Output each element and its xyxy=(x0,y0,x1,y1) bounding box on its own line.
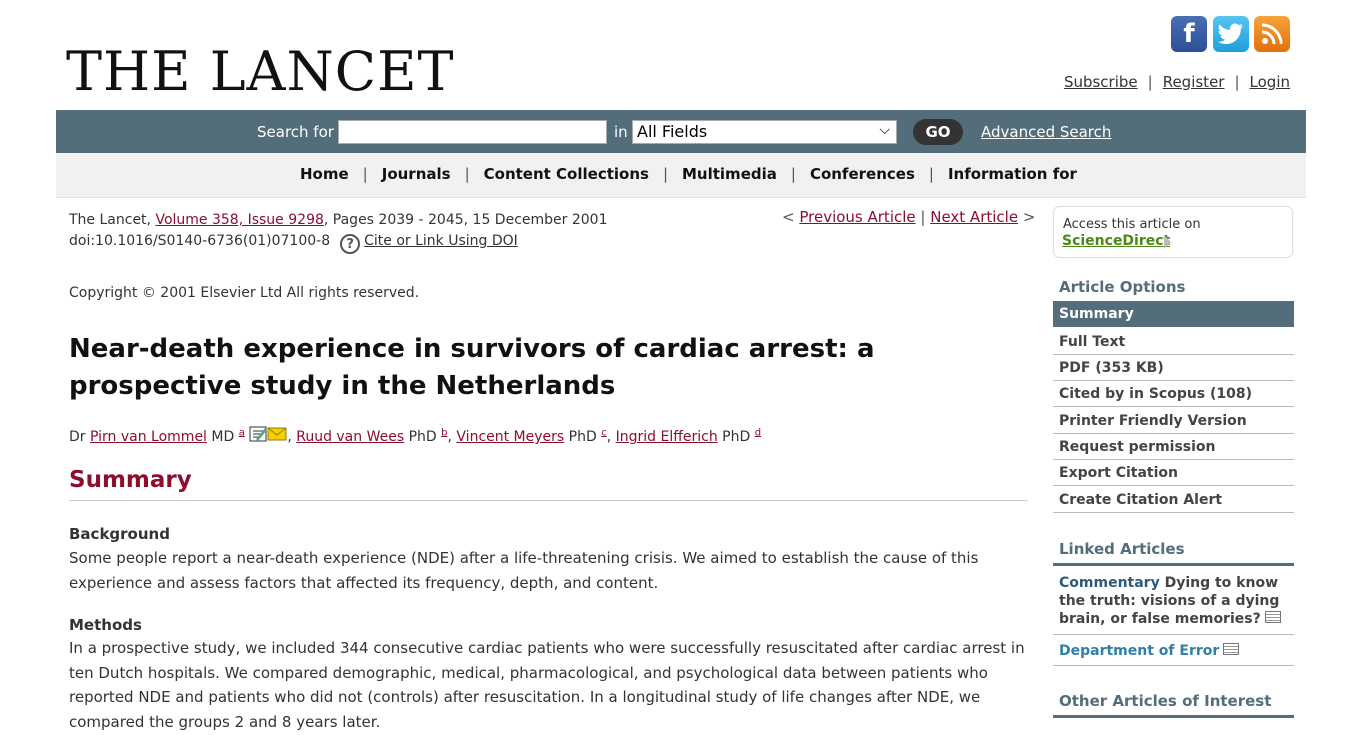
nav-information-for[interactable]: Information for xyxy=(948,165,1077,183)
search-in-label: in xyxy=(614,123,628,141)
option-pdf[interactable]: PDF (353 KB) xyxy=(1053,355,1294,381)
author-degree: PhD xyxy=(717,429,755,445)
author-prefix: Dr xyxy=(69,429,90,445)
nav-items: Home | Journals | Content Collections | Multim… xyxy=(300,165,1077,183)
background-text: Some people report a near-death experien… xyxy=(69,549,979,592)
option-cited-by[interactable]: Cited by in Scopus (108) xyxy=(1053,381,1294,407)
author-degree: PhD xyxy=(564,429,602,445)
copyright: Copyright © 2001 Elsevier Ltd All rights… xyxy=(69,285,420,301)
next-article-link[interactable]: Next Article xyxy=(930,208,1018,226)
article-pager: < Previous Article | Next Article > xyxy=(782,208,1036,226)
previous-article-link[interactable]: Previous Article xyxy=(799,208,915,226)
twitter-icon[interactable] xyxy=(1213,16,1249,52)
journal-name: The Lancet, xyxy=(69,212,156,228)
search-input[interactable] xyxy=(338,120,607,144)
advanced-search-link[interactable]: Advanced Search xyxy=(981,123,1111,141)
lancet-logo[interactable]: THE LANCET xyxy=(66,42,455,102)
option-export-citation[interactable]: Export Citation xyxy=(1053,460,1294,486)
linked-articles-heading: Linked Articles xyxy=(1059,540,1185,558)
article-title: Near-death experience in survivors of ca… xyxy=(69,334,875,401)
other-articles-heading: Other Articles of Interest xyxy=(1059,692,1272,710)
email-icon[interactable] xyxy=(249,426,287,442)
option-summary[interactable]: Summary xyxy=(1053,301,1294,327)
divider xyxy=(1053,715,1294,718)
document-icon xyxy=(1223,643,1240,655)
help-icon[interactable]: ? xyxy=(340,234,361,254)
article-options-heading: Article Options xyxy=(1059,278,1186,296)
option-full-text[interactable]: Full Text xyxy=(1053,329,1294,355)
facebook-icon[interactable]: f xyxy=(1171,16,1207,52)
citation-block: The Lancet, Volume 358, Issue 9298, Page… xyxy=(69,210,607,254)
nav-content-collections[interactable]: Content Collections xyxy=(484,165,649,183)
methods-heading: Methods xyxy=(69,616,142,634)
chevron-down-icon: ⌵ xyxy=(879,122,890,138)
author-prefix: , xyxy=(606,429,616,445)
option-printer-friendly[interactable]: Printer Friendly Version xyxy=(1053,408,1294,434)
subscribe-link[interactable]: Subscribe xyxy=(1064,73,1138,91)
author-degree: MD xyxy=(206,429,239,445)
arrow-right-icon xyxy=(1164,235,1171,249)
option-request-permission[interactable]: Request permission xyxy=(1053,434,1294,460)
nav-journals[interactable]: Journals xyxy=(382,165,451,183)
doi-text: doi:10.1016/S0140-6736(01)07100-8 xyxy=(69,233,331,249)
linked-department-of-error[interactable]: Department of Error xyxy=(1059,642,1294,660)
volume-issue-link[interactable]: Volume 358, Issue 9298 xyxy=(155,212,323,228)
divider xyxy=(69,500,1028,501)
search-field-select[interactable]: All Fields ⌵ xyxy=(632,120,897,144)
account-links: Subscribe | Register | Login xyxy=(1063,73,1290,91)
access-text: Access this article on xyxy=(1063,217,1201,232)
affiliation-link[interactable]: d xyxy=(755,427,761,438)
pages-date: , Pages 2039 - 2045, 15 December 2001 xyxy=(323,212,608,228)
author-link[interactable]: Pirn van Lommel xyxy=(90,429,207,445)
linked-kind: Department of Error xyxy=(1059,643,1220,659)
nav-home[interactable]: Home xyxy=(300,165,349,183)
author-degree: PhD xyxy=(404,429,442,445)
sciencedirect-box xyxy=(1053,206,1293,258)
author-link[interactable]: Vincent Meyers xyxy=(456,429,564,445)
divider xyxy=(1053,563,1294,566)
divider xyxy=(1053,634,1294,635)
linked-kind: Commentary xyxy=(1059,575,1160,591)
register-link[interactable]: Register xyxy=(1163,73,1225,91)
document-icon xyxy=(1264,611,1281,623)
divider xyxy=(1053,665,1294,666)
author-link[interactable]: Ruud van Wees xyxy=(296,429,404,445)
summary-heading: Summary xyxy=(69,467,192,493)
go-button[interactable]: GO xyxy=(913,119,963,145)
nav-conferences[interactable]: Conferences xyxy=(810,165,915,183)
author-prefix: , xyxy=(287,429,297,445)
methods-text: In a prospective study, we included 344 … xyxy=(69,639,1025,732)
author-link[interactable]: Ingrid Elfferich xyxy=(616,429,718,445)
login-link[interactable]: Login xyxy=(1250,73,1290,91)
background-heading: Background xyxy=(69,525,170,543)
sciencedirect-link[interactable]: ScienceDirect xyxy=(1062,233,1170,249)
nav-multimedia[interactable]: Multimedia xyxy=(682,165,777,183)
author-list: Dr Pirn van Lommel MD a , Ruud van Wees … xyxy=(69,426,761,445)
linked-commentary[interactable]: Commentary Dying to know the truth: visi… xyxy=(1059,574,1294,628)
rss-icon[interactable] xyxy=(1254,16,1290,52)
search-field-value: All Fields xyxy=(637,122,708,141)
search-label: Search for xyxy=(257,123,334,141)
option-citation-alert[interactable]: Create Citation Alert xyxy=(1053,487,1294,513)
cite-doi-link[interactable]: Cite or Link Using DOI xyxy=(364,233,518,249)
affiliation-link[interactable]: a xyxy=(239,427,245,438)
